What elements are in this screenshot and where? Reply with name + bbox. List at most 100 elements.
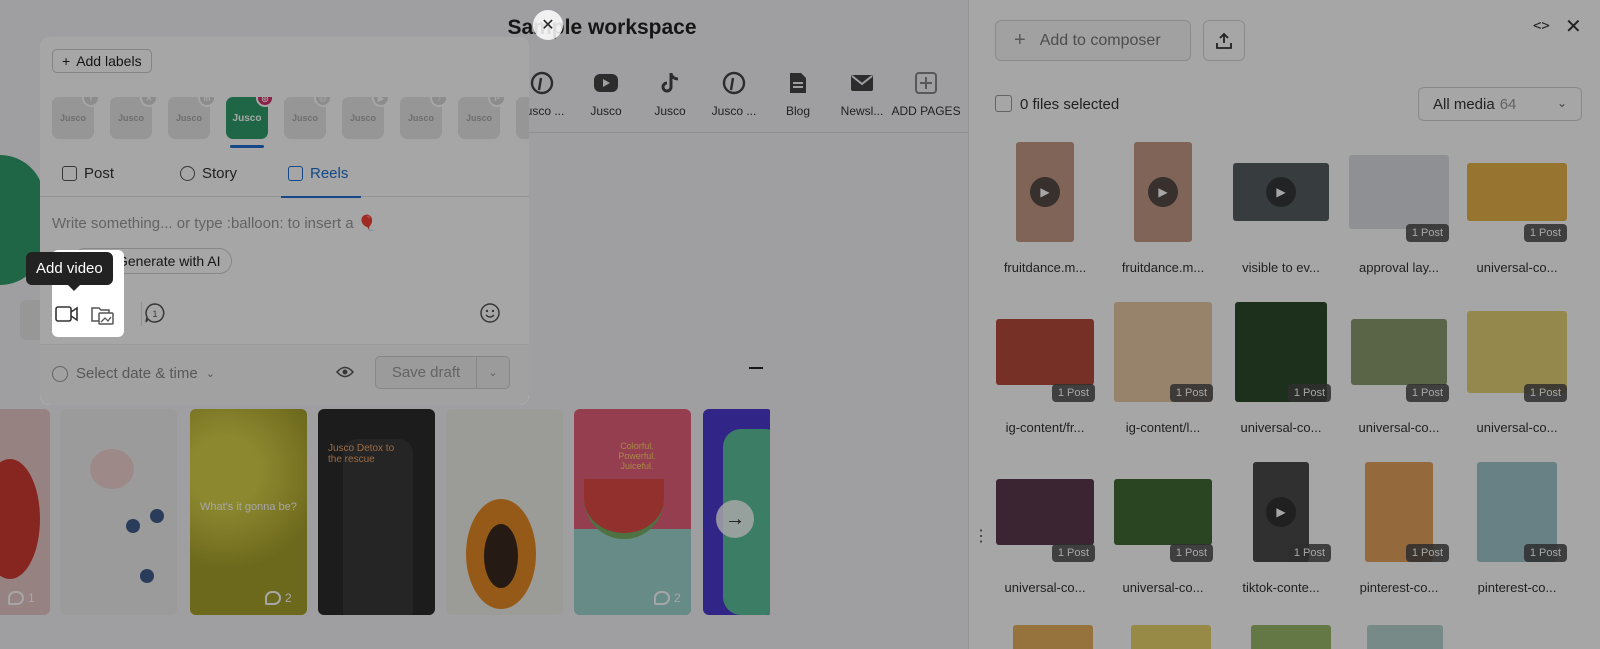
chevron-down-icon: ⌄	[205, 368, 215, 380]
carousel-tile[interactable]	[446, 409, 563, 615]
emoji-button[interactable]	[477, 300, 503, 326]
media-item[interactable]: 1 Post ig-content/l...	[1113, 300, 1213, 450]
carousel-tile[interactable]	[60, 409, 177, 615]
media-item[interactable]: ▶ fruitdance.m...	[1113, 140, 1213, 290]
files-selected-count: 0 files selected	[1020, 96, 1120, 113]
channel-youtube[interactable]: Jusco ▶	[342, 97, 390, 139]
save-draft-button[interactable]: Save draft	[375, 356, 477, 389]
media-thumbnail[interactable]: 1 Post	[1467, 300, 1567, 404]
channel-facebook[interactable]: Jusco f	[52, 97, 100, 139]
channel-more-partial[interactable]	[516, 97, 529, 139]
post-count-badge: 1 Post	[1405, 544, 1449, 562]
plus-icon: +	[62, 53, 71, 69]
media-thumbnail[interactable]: 1 Post	[1113, 300, 1213, 404]
carousel-tile[interactable]: What's it gonna be? 2	[190, 409, 307, 615]
media-item[interactable]: 1 Post pinterest-co...	[1467, 460, 1567, 610]
media-image	[1467, 163, 1567, 221]
channel-threads[interactable]: Jusco @	[284, 97, 332, 139]
add-media-button[interactable]	[90, 301, 116, 327]
media-thumb-partial[interactable]	[1367, 625, 1443, 649]
carousel-tile[interactable]: Jusco Detox to the rescue	[318, 409, 435, 615]
post-type-tabs: Post Story Reels	[40, 155, 529, 197]
media-thumbnail[interactable]: 1 Post	[1349, 300, 1449, 404]
channel-instagram[interactable]: Jusco ◎	[226, 97, 274, 139]
channel-x[interactable]: Jusco ✕	[110, 97, 158, 139]
media-thumbnail[interactable]: ▶	[995, 140, 1095, 244]
media-filter-select[interactable]: All media 64 ⌄	[1418, 87, 1582, 121]
media-filename: universal-co...	[1240, 420, 1322, 435]
save-options-button[interactable]: ⌄	[476, 356, 510, 389]
save-draft-label: Save draft	[391, 364, 461, 381]
media-item[interactable]: ▶ fruitdance.m...	[995, 140, 1095, 290]
add-labels-button[interactable]: + Add labels	[52, 49, 152, 73]
media-item[interactable]: 1 Post pinterest-co...	[1349, 460, 1449, 610]
media-thumbnail[interactable]: 1 Post	[1349, 140, 1449, 244]
page-tab-pinterest-2[interactable]: Jusco ...	[702, 70, 766, 130]
code-view-icon[interactable]: <>	[1533, 18, 1550, 34]
page-tab-blog[interactable]: Blog	[766, 70, 830, 130]
carousel-next-button[interactable]: →	[716, 500, 754, 538]
resize-handle[interactable]: ⋮	[973, 526, 989, 546]
media-item[interactable]: 1 Post universal-co...	[1467, 140, 1567, 290]
media-thumbnail[interactable]: 1 Post	[1467, 140, 1567, 244]
media-thumb-partial[interactable]	[1251, 625, 1331, 649]
tab-post[interactable]: Post	[62, 165, 114, 182]
media-item[interactable]: ▶ visible to ev...	[1231, 140, 1331, 290]
add-comment-button[interactable]: 1	[142, 300, 168, 326]
channel-linkedin[interactable]: Jusco in	[168, 97, 216, 139]
post-count-badge: 1 Post	[1523, 544, 1567, 562]
channel-pinterest[interactable]: Jusco P	[458, 97, 506, 139]
select-all-checkbox[interactable]	[995, 95, 1012, 112]
media-library-panel: + Add to composer <> ✕ 0 files selected …	[968, 0, 1600, 649]
media-item[interactable]: 1 Post universal-co...	[995, 460, 1095, 610]
post-count-badge: 1 Post	[1051, 544, 1095, 562]
channel-tiktok[interactable]: Jusco ♪	[400, 97, 448, 139]
page-tab-youtube[interactable]: Jusco	[574, 70, 638, 130]
play-icon: ▶	[1266, 177, 1296, 207]
media-item[interactable]: 1 Post universal-co...	[1113, 460, 1213, 610]
add-video-tooltip: Add video	[26, 252, 113, 291]
media-image: ▶	[1134, 142, 1192, 242]
carousel-tile[interactable]: Colorful. Powerful. Juiceful. 2	[574, 409, 691, 615]
media-item[interactable]: ▶ 1 Post tiktok-conte...	[1231, 460, 1331, 610]
carousel-tile[interactable]: 1	[0, 409, 50, 615]
eye-icon	[335, 366, 355, 378]
media-image: ▶	[1016, 142, 1074, 242]
tab-story[interactable]: Story	[180, 165, 237, 182]
media-filename: pinterest-co...	[1359, 580, 1439, 595]
media-thumbnail[interactable]: ▶	[1113, 140, 1213, 244]
media-thumbnail[interactable]: 1 Post	[1231, 300, 1331, 404]
media-thumbnail[interactable]: 1 Post	[1113, 460, 1213, 564]
page-tab-tiktok[interactable]: Jusco	[638, 70, 702, 130]
media-item[interactable]: 1 Post universal-co...	[1349, 300, 1449, 450]
media-filename: fruitdance.m...	[1003, 260, 1087, 275]
media-thumbnail[interactable]: 1 Post	[1467, 460, 1567, 564]
add-video-button[interactable]	[54, 301, 80, 327]
media-thumb-partial[interactable]	[1013, 625, 1093, 649]
media-thumb-partial[interactable]	[1131, 625, 1211, 649]
post-carousel: 1 What's it gonna be? 2 Jusco Detox to t…	[0, 409, 770, 615]
page-tab-newsletter[interactable]: Newsl...	[830, 70, 894, 130]
close-panel-button[interactable]: ✕	[1565, 14, 1582, 39]
media-thumbnail[interactable]: 1 Post	[995, 300, 1095, 404]
media-thumbnail[interactable]: ▶ 1 Post	[1231, 460, 1331, 564]
pinterest-icon	[529, 70, 555, 96]
media-filename: pinterest-co...	[1477, 580, 1557, 595]
media-thumbnail[interactable]: ▶	[1231, 140, 1331, 244]
media-item[interactable]: 1 Post ig-content/fr...	[995, 300, 1095, 450]
date-time-select[interactable]: Select date & time ⌄	[52, 365, 215, 382]
media-item[interactable]: 1 Post universal-co...	[1231, 300, 1331, 450]
close-composer-button[interactable]: ✕	[533, 10, 563, 40]
preview-button[interactable]	[335, 365, 355, 382]
tile-overlay-text: What's it gonna be?	[200, 501, 297, 513]
post-count-badge: 1 Post	[1169, 384, 1213, 402]
post-text-input[interactable]: Write something... or type :balloon: to …	[52, 214, 376, 232]
add-pages-button[interactable]: ADD PAGES	[891, 70, 961, 130]
media-thumbnail[interactable]: 1 Post	[1349, 460, 1449, 564]
media-item[interactable]: 1 Post universal-co...	[1467, 300, 1567, 450]
collapse-button[interactable]	[749, 367, 763, 369]
media-item[interactable]: 1 Post approval lay...	[1349, 140, 1449, 290]
tab-reels[interactable]: Reels	[288, 165, 348, 182]
upload-button[interactable]	[1203, 20, 1245, 61]
media-thumbnail[interactable]: 1 Post	[995, 460, 1095, 564]
